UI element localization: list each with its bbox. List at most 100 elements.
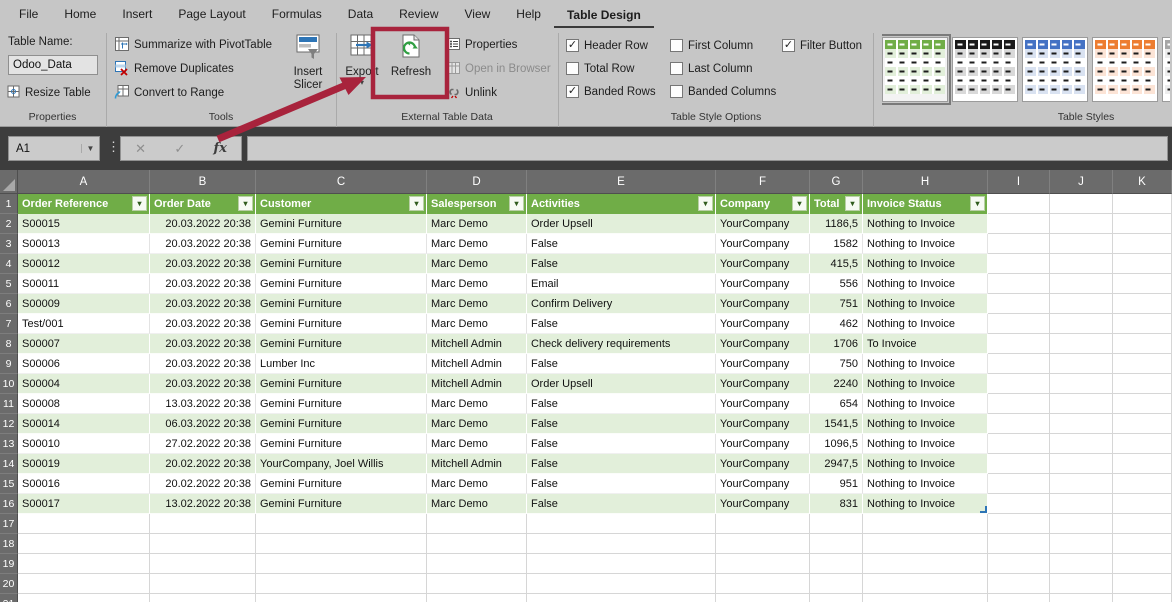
table-name-input[interactable]: [8, 55, 98, 75]
cell-K14[interactable]: [1113, 454, 1172, 474]
cell-H8[interactable]: To Invoice: [863, 334, 988, 354]
table-styles-gallery[interactable]: [882, 31, 1170, 107]
cell-J4[interactable]: [1050, 254, 1113, 274]
ribbon-tab-view[interactable]: View: [452, 1, 504, 28]
cell-E1[interactable]: Activities▾: [527, 194, 716, 214]
cell-H3[interactable]: Nothing to Invoice: [863, 234, 988, 254]
cell-E14[interactable]: False: [527, 454, 716, 474]
cell-J6[interactable]: [1050, 294, 1113, 314]
cell-J3[interactable]: [1050, 234, 1113, 254]
cell-J12[interactable]: [1050, 414, 1113, 434]
cell-G3[interactable]: 1582: [810, 234, 863, 254]
remove-duplicates-button[interactable]: Remove Duplicates: [114, 58, 234, 80]
cell-A8[interactable]: S00007: [18, 334, 150, 354]
external-properties-button[interactable]: Properties: [447, 34, 517, 56]
ribbon-tab-page-layout[interactable]: Page Layout: [165, 1, 258, 28]
cell-H5[interactable]: Nothing to Invoice: [863, 274, 988, 294]
cell-E11[interactable]: False: [527, 394, 716, 414]
checkbox-icon[interactable]: ✓: [566, 39, 579, 52]
cell-I15[interactable]: [988, 474, 1050, 494]
cell-A16[interactable]: S00017: [18, 494, 150, 514]
cell-D5[interactable]: Marc Demo: [427, 274, 527, 294]
cell-F20[interactable]: [716, 574, 810, 594]
cell-B16[interactable]: 13.02.2022 20:38: [150, 494, 256, 514]
cell-D3[interactable]: Marc Demo: [427, 234, 527, 254]
column-header-C[interactable]: C: [256, 170, 427, 194]
cell-E15[interactable]: False: [527, 474, 716, 494]
checkbox-total-row[interactable]: Total Row: [566, 57, 656, 80]
cell-I20[interactable]: [988, 574, 1050, 594]
cell-G9[interactable]: 750: [810, 354, 863, 374]
cell-J20[interactable]: [1050, 574, 1113, 594]
cell-B1[interactable]: Order Date▾: [150, 194, 256, 214]
cell-D10[interactable]: Mitchell Admin: [427, 374, 527, 394]
cell-G21[interactable]: [810, 594, 863, 602]
cell-F7[interactable]: YourCompany: [716, 314, 810, 334]
cell-B4[interactable]: 20.03.2022 20:38: [150, 254, 256, 274]
cell-I21[interactable]: [988, 594, 1050, 602]
cell-C18[interactable]: [256, 534, 427, 554]
cell-H6[interactable]: Nothing to Invoice: [863, 294, 988, 314]
convert-to-range-button[interactable]: Convert to Range: [114, 82, 224, 104]
checkbox-first-column[interactable]: First Column: [670, 34, 776, 57]
filter-dropdown-icon[interactable]: ▾: [698, 196, 713, 211]
cell-J18[interactable]: [1050, 534, 1113, 554]
cell-D21[interactable]: [427, 594, 527, 602]
cell-F1[interactable]: Company▾: [716, 194, 810, 214]
cell-H14[interactable]: Nothing to Invoice: [863, 454, 988, 474]
insert-slicer-button[interactable]: Insert Slicer: [284, 32, 332, 92]
cell-G10[interactable]: 2240: [810, 374, 863, 394]
cell-C17[interactable]: [256, 514, 427, 534]
cell-D4[interactable]: Marc Demo: [427, 254, 527, 274]
cell-D18[interactable]: [427, 534, 527, 554]
row-header-10[interactable]: 10: [0, 374, 18, 394]
cell-A12[interactable]: S00014: [18, 414, 150, 434]
cell-C7[interactable]: Gemini Furniture: [256, 314, 427, 334]
cell-D13[interactable]: Marc Demo: [427, 434, 527, 454]
checkbox-icon[interactable]: [670, 85, 683, 98]
cell-A19[interactable]: [18, 554, 150, 574]
table-style-thumbnail-orange-medium[interactable]: [1092, 37, 1158, 102]
cell-D2[interactable]: Marc Demo: [427, 214, 527, 234]
cell-D8[interactable]: Mitchell Admin: [427, 334, 527, 354]
filter-dropdown-icon[interactable]: ▾: [132, 196, 147, 211]
cell-I19[interactable]: [988, 554, 1050, 574]
cell-F21[interactable]: [716, 594, 810, 602]
name-box-dropdown-icon[interactable]: ▼: [81, 144, 99, 153]
cell-C9[interactable]: Lumber Inc: [256, 354, 427, 374]
cell-K12[interactable]: [1113, 414, 1172, 434]
cell-C13[interactable]: Gemini Furniture: [256, 434, 427, 454]
cell-H12[interactable]: Nothing to Invoice: [863, 414, 988, 434]
cell-J2[interactable]: [1050, 214, 1113, 234]
cell-B8[interactable]: 20.03.2022 20:38: [150, 334, 256, 354]
cell-K15[interactable]: [1113, 474, 1172, 494]
cell-G20[interactable]: [810, 574, 863, 594]
table-resize-handle[interactable]: [980, 506, 987, 513]
cell-A2[interactable]: S00015: [18, 214, 150, 234]
cell-G16[interactable]: 831: [810, 494, 863, 514]
cell-K13[interactable]: [1113, 434, 1172, 454]
cell-B7[interactable]: 20.03.2022 20:38: [150, 314, 256, 334]
cell-D11[interactable]: Marc Demo: [427, 394, 527, 414]
row-header-8[interactable]: 8: [0, 334, 18, 354]
row-header-5[interactable]: 5: [0, 274, 18, 294]
name-box[interactable]: A1 ▼: [8, 136, 100, 161]
cell-D15[interactable]: Marc Demo: [427, 474, 527, 494]
cell-A13[interactable]: S00010: [18, 434, 150, 454]
cell-B2[interactable]: 20.03.2022 20:38: [150, 214, 256, 234]
cell-A1[interactable]: Order Reference▾: [18, 194, 150, 214]
cell-E19[interactable]: [527, 554, 716, 574]
column-header-J[interactable]: J: [1050, 170, 1113, 194]
export-button[interactable]: Export ▾: [341, 32, 383, 87]
cell-H15[interactable]: Nothing to Invoice: [863, 474, 988, 494]
cell-H2[interactable]: Nothing to Invoice: [863, 214, 988, 234]
cell-K8[interactable]: [1113, 334, 1172, 354]
cell-B12[interactable]: 06.03.2022 20:38: [150, 414, 256, 434]
cell-B18[interactable]: [150, 534, 256, 554]
cell-H20[interactable]: [863, 574, 988, 594]
cell-F9[interactable]: YourCompany: [716, 354, 810, 374]
cell-C20[interactable]: [256, 574, 427, 594]
cell-J7[interactable]: [1050, 314, 1113, 334]
cell-H17[interactable]: [863, 514, 988, 534]
cell-F6[interactable]: YourCompany: [716, 294, 810, 314]
